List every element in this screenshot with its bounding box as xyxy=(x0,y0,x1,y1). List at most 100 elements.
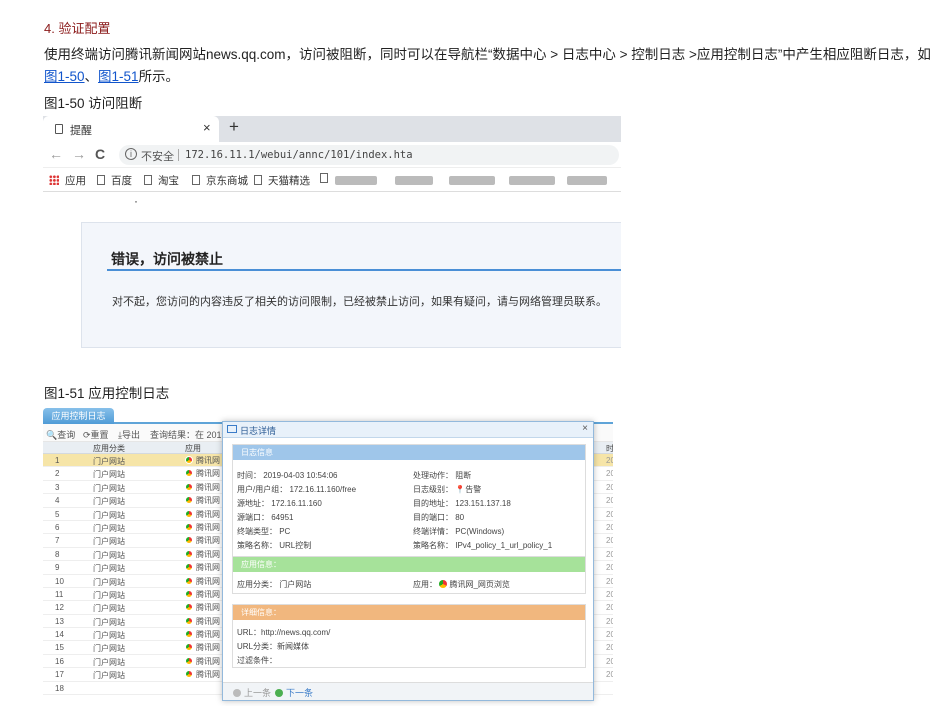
forward-arrow-icon[interactable]: → xyxy=(72,146,86,162)
reset-button[interactable]: ⟳重置 xyxy=(83,428,109,441)
app-chrome-icon xyxy=(185,603,193,612)
row-category: 门户网站 xyxy=(93,537,125,547)
search-button[interactable]: 🔍查询 xyxy=(46,428,75,441)
row-category: 门户网站 xyxy=(93,617,125,627)
row-time: 20 xyxy=(606,589,613,599)
figure-1-50-link[interactable]: 图1-50 xyxy=(44,69,85,84)
prev-label: 上一条 xyxy=(244,688,272,698)
next-icon xyxy=(275,689,283,697)
app-name: 应用： 腾讯网_网页浏览 xyxy=(413,579,510,590)
row-app: 腾讯网 xyxy=(185,602,220,613)
row-number: 11 xyxy=(55,589,64,599)
row-app: 腾讯网 xyxy=(185,589,220,600)
prev-record-button[interactable]: 上一条 xyxy=(233,686,271,699)
row-app-name: 腾讯网 xyxy=(196,643,220,653)
section-title: 4. 验证配置 xyxy=(44,21,111,36)
row-app: 腾讯网 xyxy=(185,468,220,479)
export-button[interactable]: ⤓导出 xyxy=(118,428,140,441)
bookmarks-bar: 应用 百度 淘宝 京东商城 天猫精选 xyxy=(43,168,621,192)
app-chrome-icon xyxy=(185,589,193,598)
browser-screenshot: 提醒 × + ← → C i 不安全 172.16.11.1/webui/ann… xyxy=(43,116,621,348)
app-info-section: 应用信息： 应用分类： 门户网站 应用： 腾讯网_网页浏览 xyxy=(232,556,586,594)
browser-tab[interactable]: 提醒 × xyxy=(43,116,219,142)
alert-pin-icon: 📍 xyxy=(455,485,466,494)
row-category: 门户网站 xyxy=(93,671,125,681)
row-app-name: 腾讯网 xyxy=(196,576,220,586)
app-chrome-icon xyxy=(185,496,193,505)
row-number: 10 xyxy=(55,576,64,586)
app-log-screenshot: 应用控制日志 🔍查询 ⟳重置 ⤓导出 查询结果：在 2019-0 应用分类 应用… xyxy=(43,406,613,706)
row-app: 腾讯网 xyxy=(185,616,220,627)
bookmark-redacted[interactable] xyxy=(320,173,334,185)
row-app: 腾讯网 xyxy=(185,495,220,506)
back-arrow-icon[interactable]: ← xyxy=(49,146,63,162)
row-app-name: 腾讯网 xyxy=(196,603,220,613)
prev-icon xyxy=(233,689,241,697)
row-time: 20 xyxy=(606,576,613,586)
next-label: 下一条 xyxy=(286,688,314,698)
app-chrome-icon xyxy=(439,580,448,588)
row-app-name: 腾讯网 xyxy=(196,549,220,559)
page-icon xyxy=(55,124,63,134)
row-category: 门户网站 xyxy=(93,590,125,600)
next-record-button[interactable]: 下一条 xyxy=(275,686,313,699)
row-app: 腾讯网 xyxy=(185,576,220,587)
para-text-1: 使用终端访问腾讯新闻网站news.qq.com，访问被阻断，同时可以在导航栏“数… xyxy=(44,47,931,62)
row-number: 1 xyxy=(55,456,60,465)
log-src-ip: 源地址： 172.16.11.160 xyxy=(237,499,322,508)
row-app: 腾讯网 xyxy=(185,642,220,653)
bookmark-label: 百度 xyxy=(111,175,132,187)
row-time: 20 xyxy=(606,630,613,640)
log-user: 用户/用户组： 172.16.11.160/free xyxy=(237,485,357,494)
col-app[interactable]: 应用 xyxy=(185,443,201,454)
bookmark-label: 应用 xyxy=(65,175,86,187)
close-icon[interactable]: × xyxy=(582,423,588,434)
error-divider xyxy=(107,269,621,271)
col-time[interactable]: 时 xyxy=(606,443,613,454)
redacted-bookmark xyxy=(395,176,433,185)
tool-label: 查询 xyxy=(57,430,76,440)
log-policy-name: 策略名称： IPv4_policy_1_url_policy_1 xyxy=(413,541,553,550)
row-app-name: 腾讯网 xyxy=(196,482,220,492)
tool-label: 导出 xyxy=(121,430,140,440)
tab-app-control-log[interactable]: 应用控制日志 xyxy=(43,408,114,424)
reload-icon[interactable]: C xyxy=(95,146,105,162)
error-title: 错误，访问被禁止 xyxy=(111,251,223,267)
tab-title: 提醒 xyxy=(70,125,92,137)
bookmark-jd[interactable]: 京东商城 xyxy=(192,173,248,188)
app-chrome-icon xyxy=(185,656,193,665)
row-time: 20 xyxy=(606,656,613,666)
bookmark-taobao[interactable]: 淘宝 xyxy=(144,173,179,188)
figure-1-51-link[interactable]: 图1-51 xyxy=(98,69,139,84)
row-number: 18 xyxy=(55,683,64,693)
row-app: 腾讯网 xyxy=(185,455,220,466)
bookmark-tmall[interactable]: 天猫精选 xyxy=(254,173,310,188)
detail-info-section: 详细信息： URL：http://news.qq.com/ URL分类：新闻媒体… xyxy=(232,604,586,668)
row-app-name: 腾讯网 xyxy=(196,616,220,626)
log-level-value: 告警 xyxy=(465,485,482,494)
info-icon[interactable]: i xyxy=(125,148,137,160)
omnibox-divider xyxy=(178,149,179,161)
row-number: 3 xyxy=(55,482,60,492)
row-app-name: 腾讯网 xyxy=(196,563,220,573)
new-tab-icon[interactable]: + xyxy=(229,117,239,137)
row-time: 20 xyxy=(606,509,613,519)
row-app-name: 腾讯网 xyxy=(196,456,220,465)
close-icon[interactable]: × xyxy=(203,120,211,135)
row-app: 腾讯网 xyxy=(185,629,220,640)
row-app-name: 腾讯网 xyxy=(196,469,220,479)
row-time: 20 xyxy=(606,643,613,653)
row-category: 门户网站 xyxy=(93,657,125,667)
col-app-category[interactable]: 应用分类 xyxy=(93,443,125,454)
detail-url: URL：http://news.qq.com/ xyxy=(237,628,331,637)
redacted-bookmark xyxy=(567,176,607,185)
app-chrome-icon xyxy=(185,469,193,478)
row-category: 门户网站 xyxy=(93,457,125,466)
bookmark-apps[interactable]: 应用 xyxy=(49,173,86,188)
bookmark-baidu[interactable]: 百度 xyxy=(97,173,132,188)
figure-1-51-caption: 图1-51 应用控制日志 xyxy=(44,386,170,401)
modal-title: 日志详情 xyxy=(240,426,277,436)
row-time: 20 xyxy=(606,469,613,479)
address-bar[interactable]: i 不安全 172.16.11.1/webui/annc/101/index.h… xyxy=(119,145,619,165)
app-chrome-icon xyxy=(185,670,193,679)
